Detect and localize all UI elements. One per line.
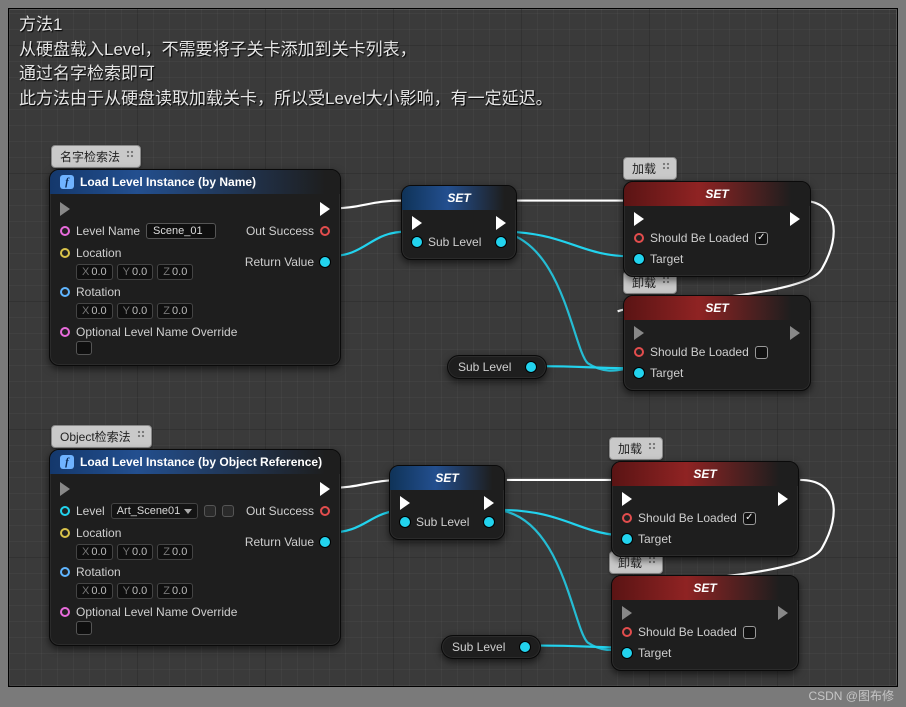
- exec-in-pin[interactable]: [60, 202, 70, 216]
- pin-override[interactable]: [60, 607, 70, 617]
- exec-in-pin[interactable]: [634, 212, 644, 226]
- line1: 方法1: [19, 13, 887, 38]
- node-load-level-by-object[interactable]: f Load Level Instance (by Object Referen…: [49, 449, 341, 646]
- line3: 通过名字检索即可: [19, 62, 887, 87]
- rot-x[interactable]: X0.0: [76, 303, 113, 319]
- pin-out[interactable]: [520, 642, 530, 652]
- loc-x[interactable]: X0.0: [76, 264, 113, 280]
- comment-name-search[interactable]: 名字检索法: [51, 145, 141, 168]
- pin-location[interactable]: [60, 248, 70, 258]
- checkbox-loaded[interactable]: [755, 346, 768, 359]
- pin-target[interactable]: [634, 254, 644, 264]
- pin-sublevel-in[interactable]: [412, 237, 422, 247]
- loc-y[interactable]: Y0.0: [117, 264, 154, 280]
- pin-should-be-loaded[interactable]: [634, 233, 644, 243]
- level-name-input[interactable]: Scene_01: [146, 223, 216, 239]
- rot-y[interactable]: Y0.0: [117, 583, 154, 599]
- node-var-sublevel-2[interactable]: Sub Level: [441, 635, 541, 659]
- level-asset-dropdown[interactable]: Art_Scene01: [111, 503, 199, 519]
- pin-location[interactable]: [60, 528, 70, 538]
- node-set-loaded-2[interactable]: SET Should Be Loaded Target: [611, 461, 799, 557]
- exec-in-pin[interactable]: [412, 216, 422, 230]
- exec-out-pin[interactable]: [320, 202, 330, 216]
- exec-in-pin[interactable]: [622, 606, 632, 620]
- node-title: f Load Level Instance (by Object Referen…: [50, 450, 340, 474]
- checkbox-loaded[interactable]: [743, 626, 756, 639]
- pin-should-be-loaded[interactable]: [622, 627, 632, 637]
- description-text: 方法1 从硬盘载入Level，不需要将子关卡添加到关卡列表， 通过名字检索即可 …: [15, 11, 891, 114]
- rot-x[interactable]: X0.0: [76, 583, 113, 599]
- exec-out-pin[interactable]: [778, 492, 788, 506]
- pin-sublevel-out[interactable]: [496, 237, 506, 247]
- node-title: SET: [612, 462, 798, 486]
- pin-out-success[interactable]: [320, 226, 330, 236]
- browse-asset-button[interactable]: [222, 505, 234, 517]
- pin-sublevel-in[interactable]: [400, 517, 410, 527]
- checkbox-loaded[interactable]: [743, 512, 756, 525]
- rot-z[interactable]: Z0.0: [157, 583, 193, 599]
- pin-return-value[interactable]: [320, 537, 330, 547]
- loc-z[interactable]: Z0.0: [157, 264, 193, 280]
- comment-load-1[interactable]: 加载: [623, 157, 677, 180]
- checkbox-loaded[interactable]: [755, 232, 768, 245]
- pin-override[interactable]: [60, 327, 70, 337]
- node-var-sublevel-1[interactable]: Sub Level: [447, 355, 547, 379]
- pin-sublevel-out[interactable]: [484, 517, 494, 527]
- pin-out-success[interactable]: [320, 506, 330, 516]
- use-asset-button[interactable]: [204, 505, 216, 517]
- exec-out-pin[interactable]: [790, 212, 800, 226]
- pin-level-name[interactable]: [60, 226, 70, 236]
- node-title: SET: [390, 466, 504, 490]
- node-title: SET: [624, 296, 810, 320]
- exec-out-pin[interactable]: [496, 216, 506, 230]
- pin-target[interactable]: [622, 648, 632, 658]
- chevron-down-icon: [184, 509, 192, 514]
- node-title: SET: [612, 576, 798, 600]
- pin-rotation[interactable]: [60, 567, 70, 577]
- function-badge-icon: f: [60, 455, 74, 469]
- exec-in-pin[interactable]: [622, 492, 632, 506]
- function-badge-icon: f: [60, 175, 74, 189]
- pin-out[interactable]: [526, 362, 536, 372]
- node-set-sublevel-2[interactable]: SET Sub Level: [389, 465, 505, 540]
- node-title: SET: [402, 186, 516, 210]
- blueprint-canvas[interactable]: 方法1 从硬盘载入Level，不需要将子关卡添加到关卡列表， 通过名字检索即可 …: [8, 8, 898, 687]
- rot-y[interactable]: Y0.0: [117, 303, 154, 319]
- exec-out-pin[interactable]: [778, 606, 788, 620]
- line2: 从硬盘载入Level，不需要将子关卡添加到关卡列表，: [19, 38, 887, 63]
- node-set-sublevel-1[interactable]: SET Sub Level: [401, 185, 517, 260]
- loc-z[interactable]: Z0.0: [157, 544, 193, 560]
- exec-in-pin[interactable]: [60, 482, 70, 496]
- pin-rotation[interactable]: [60, 287, 70, 297]
- exec-in-pin[interactable]: [400, 496, 410, 510]
- loc-y[interactable]: Y0.0: [117, 544, 154, 560]
- rot-z[interactable]: Z0.0: [157, 303, 193, 319]
- node-set-unloaded-2[interactable]: SET Should Be Loaded Target: [611, 575, 799, 671]
- pin-should-be-loaded[interactable]: [634, 347, 644, 357]
- pin-target[interactable]: [622, 534, 632, 544]
- node-set-loaded-1[interactable]: SET Should Be Loaded Target: [623, 181, 811, 277]
- exec-out-pin[interactable]: [790, 326, 800, 340]
- override-input[interactable]: [76, 621, 92, 635]
- comment-object-search[interactable]: Object检索法: [51, 425, 152, 448]
- pin-target[interactable]: [634, 368, 644, 378]
- watermark: CSDN @图布修: [808, 687, 894, 704]
- comment-load-2[interactable]: 加载: [609, 437, 663, 460]
- pin-level[interactable]: [60, 506, 70, 516]
- exec-in-pin[interactable]: [634, 326, 644, 340]
- override-input[interactable]: [76, 341, 92, 355]
- exec-out-pin[interactable]: [320, 482, 330, 496]
- node-title: SET: [624, 182, 810, 206]
- loc-x[interactable]: X0.0: [76, 544, 113, 560]
- node-title: f Load Level Instance (by Name): [50, 170, 340, 194]
- node-set-unloaded-1[interactable]: SET Should Be Loaded Target: [623, 295, 811, 391]
- exec-out-pin[interactable]: [484, 496, 494, 510]
- node-load-level-by-name[interactable]: f Load Level Instance (by Name) Level Na…: [49, 169, 341, 366]
- line4: 此方法由于从硬盘读取加载关卡，所以受Level大小影响，有一定延迟。: [19, 87, 887, 112]
- pin-return-value[interactable]: [320, 257, 330, 267]
- pin-should-be-loaded[interactable]: [622, 513, 632, 523]
